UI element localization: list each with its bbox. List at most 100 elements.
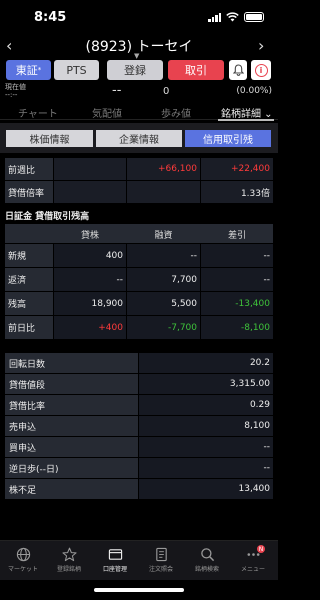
table-cell: 18,900: [54, 292, 126, 315]
price-change: 0: [163, 86, 170, 97]
row-label: 返済: [5, 268, 53, 291]
row-value: 20.2: [139, 353, 273, 373]
pts-button[interactable]: PTS: [54, 60, 99, 80]
table-row: 売申込 8,100: [5, 416, 273, 437]
row-label: 残高: [5, 292, 53, 315]
row-label: 新規: [5, 244, 53, 267]
info-button[interactable]: i: [251, 60, 271, 80]
column-header: 貸株: [80, 230, 99, 241]
table-row: 前週比 +66,100 +22,400: [5, 158, 273, 181]
summary-table: 前週比 +66,100 +22,400 貸借倍率 1.33倍: [5, 158, 273, 204]
market-button-label: 東証: [15, 64, 38, 77]
nav-watchlist[interactable]: 登録銘柄: [46, 545, 92, 573]
row-label: 貸借比率: [5, 395, 138, 415]
wallet-icon: [108, 548, 122, 560]
bottom-nav: マーケット 登録銘柄 口座管理 注文照会 銘柄検索 メニュー N: [0, 540, 278, 580]
nav-label: 口座管理: [102, 566, 127, 573]
row-value: 0.29: [139, 395, 273, 415]
nav-orders[interactable]: 注文照会: [138, 545, 184, 573]
toolbar: 東証 * PTS 登録 取引 i: [6, 60, 272, 82]
segment-margin-balance[interactable]: 信用取引残: [185, 130, 271, 147]
row-label: 逆日歩(--日): [5, 458, 138, 478]
segment-company-info[interactable]: 企業情報: [96, 130, 182, 147]
row-label: 売申込: [5, 416, 138, 436]
nav-label: 登録銘柄: [56, 566, 81, 573]
alert-button[interactable]: [229, 60, 247, 80]
table-row: 残高 18,900 5,500 -13,400: [5, 292, 273, 316]
table-cell: +66,100: [127, 158, 200, 180]
price-change-percent: (0.00%): [236, 86, 272, 96]
table-row: 株不足 13,400: [5, 479, 273, 500]
table-row: 回転日数 20.2: [5, 353, 273, 374]
row-value: 13,400: [139, 479, 273, 499]
row-label: 買申込: [5, 437, 138, 457]
credit-balance-table: 貸株 融資 差引 新規 400 -- -- 返済 -- 7,700 -- 残高 …: [5, 224, 273, 340]
detail-tabs: チャート 気配値 歩み値 銘柄詳細 ⌄: [0, 103, 278, 121]
nav-market[interactable]: マーケット: [0, 545, 46, 573]
tab-chart[interactable]: チャート: [18, 105, 58, 120]
table-cell: [54, 181, 126, 203]
star-icon: [61, 547, 77, 561]
column-header: 差引: [227, 230, 246, 241]
margin-detail-table: 回転日数 20.2 貸借値段 3,315.00 貸借比率 0.29 売申込 8,100 …: [5, 353, 273, 500]
table-cell: +400: [54, 316, 126, 339]
market-marker: *: [37, 66, 42, 74]
table-cell: -8,100: [201, 316, 273, 339]
wifi-icon: [226, 12, 239, 22]
section-title: 日証金 貸借取引残高: [5, 212, 90, 222]
status-time: 8:45: [34, 10, 67, 25]
table-cell: +22,400: [201, 158, 273, 180]
nav-menu[interactable]: メニュー N: [230, 545, 276, 573]
row-label: 前日比: [5, 316, 53, 339]
tab-tick[interactable]: 歩み値: [161, 105, 191, 120]
nav-account[interactable]: 口座管理: [92, 545, 138, 573]
segment-control: 株価情報 企業情報 信用取引残: [0, 123, 278, 153]
nav-label: メニュー: [240, 566, 265, 573]
row-label: 前週比: [5, 158, 53, 180]
nav-label: 注文照会: [148, 566, 173, 573]
chevron-down-icon[interactable]: ▼: [134, 52, 139, 60]
table-row: 返済 -- 7,700 --: [5, 268, 273, 292]
trade-button[interactable]: 取引: [168, 60, 224, 80]
table-cell: --: [54, 268, 126, 291]
table-cell: -13,400: [201, 292, 273, 315]
tab-quotes[interactable]: 気配値: [92, 105, 122, 120]
table-header: 貸株 融資 差引: [5, 224, 273, 244]
register-button[interactable]: 登録: [107, 60, 163, 80]
table-cell: --: [201, 244, 273, 267]
table-cell: -7,700: [127, 316, 200, 339]
table-row: 貸借比率 0.29: [5, 395, 273, 416]
price-row: 現在値 --:-- -- 0 (0.00%): [0, 83, 278, 100]
table-cell: 400: [54, 244, 126, 267]
search-icon: [200, 547, 214, 561]
table-row: 買申込 --: [5, 437, 273, 458]
column-header: [5, 224, 53, 244]
battery-icon: [244, 12, 264, 22]
table-cell: [127, 181, 200, 203]
table-row: 貸借倍率 1.33倍: [5, 181, 273, 204]
row-label: 貸借倍率: [5, 181, 53, 203]
segment-stock-info[interactable]: 株価情報: [6, 130, 93, 147]
table-cell: 1.33倍: [201, 181, 273, 203]
table-cell: [54, 158, 126, 180]
forward-icon[interactable]: ›: [258, 36, 272, 56]
table-row: 貸借値段 3,315.00: [5, 374, 273, 395]
tab-stock-details[interactable]: 銘柄詳細 ⌄: [221, 105, 273, 120]
active-tab-indicator: [218, 119, 274, 121]
home-indicator: [94, 588, 184, 592]
table-cell: --: [201, 268, 273, 291]
nav-search[interactable]: 銘柄検索: [184, 545, 230, 573]
market-button[interactable]: 東証 *: [6, 60, 51, 80]
row-label: 貸借値段: [5, 374, 138, 394]
signal-icon: [208, 12, 221, 22]
table-row: 逆日歩(--日) --: [5, 458, 273, 479]
row-value: --: [139, 437, 273, 457]
row-label: 株不足: [5, 479, 138, 499]
bell-icon: [232, 64, 244, 76]
column-header: 融資: [154, 230, 173, 241]
price-time: --:--: [5, 91, 18, 99]
table-row: 新規 400 -- --: [5, 244, 273, 268]
table-cell: 7,700: [127, 268, 200, 291]
status-icons: [208, 12, 264, 22]
row-label: 回転日数: [5, 353, 138, 373]
